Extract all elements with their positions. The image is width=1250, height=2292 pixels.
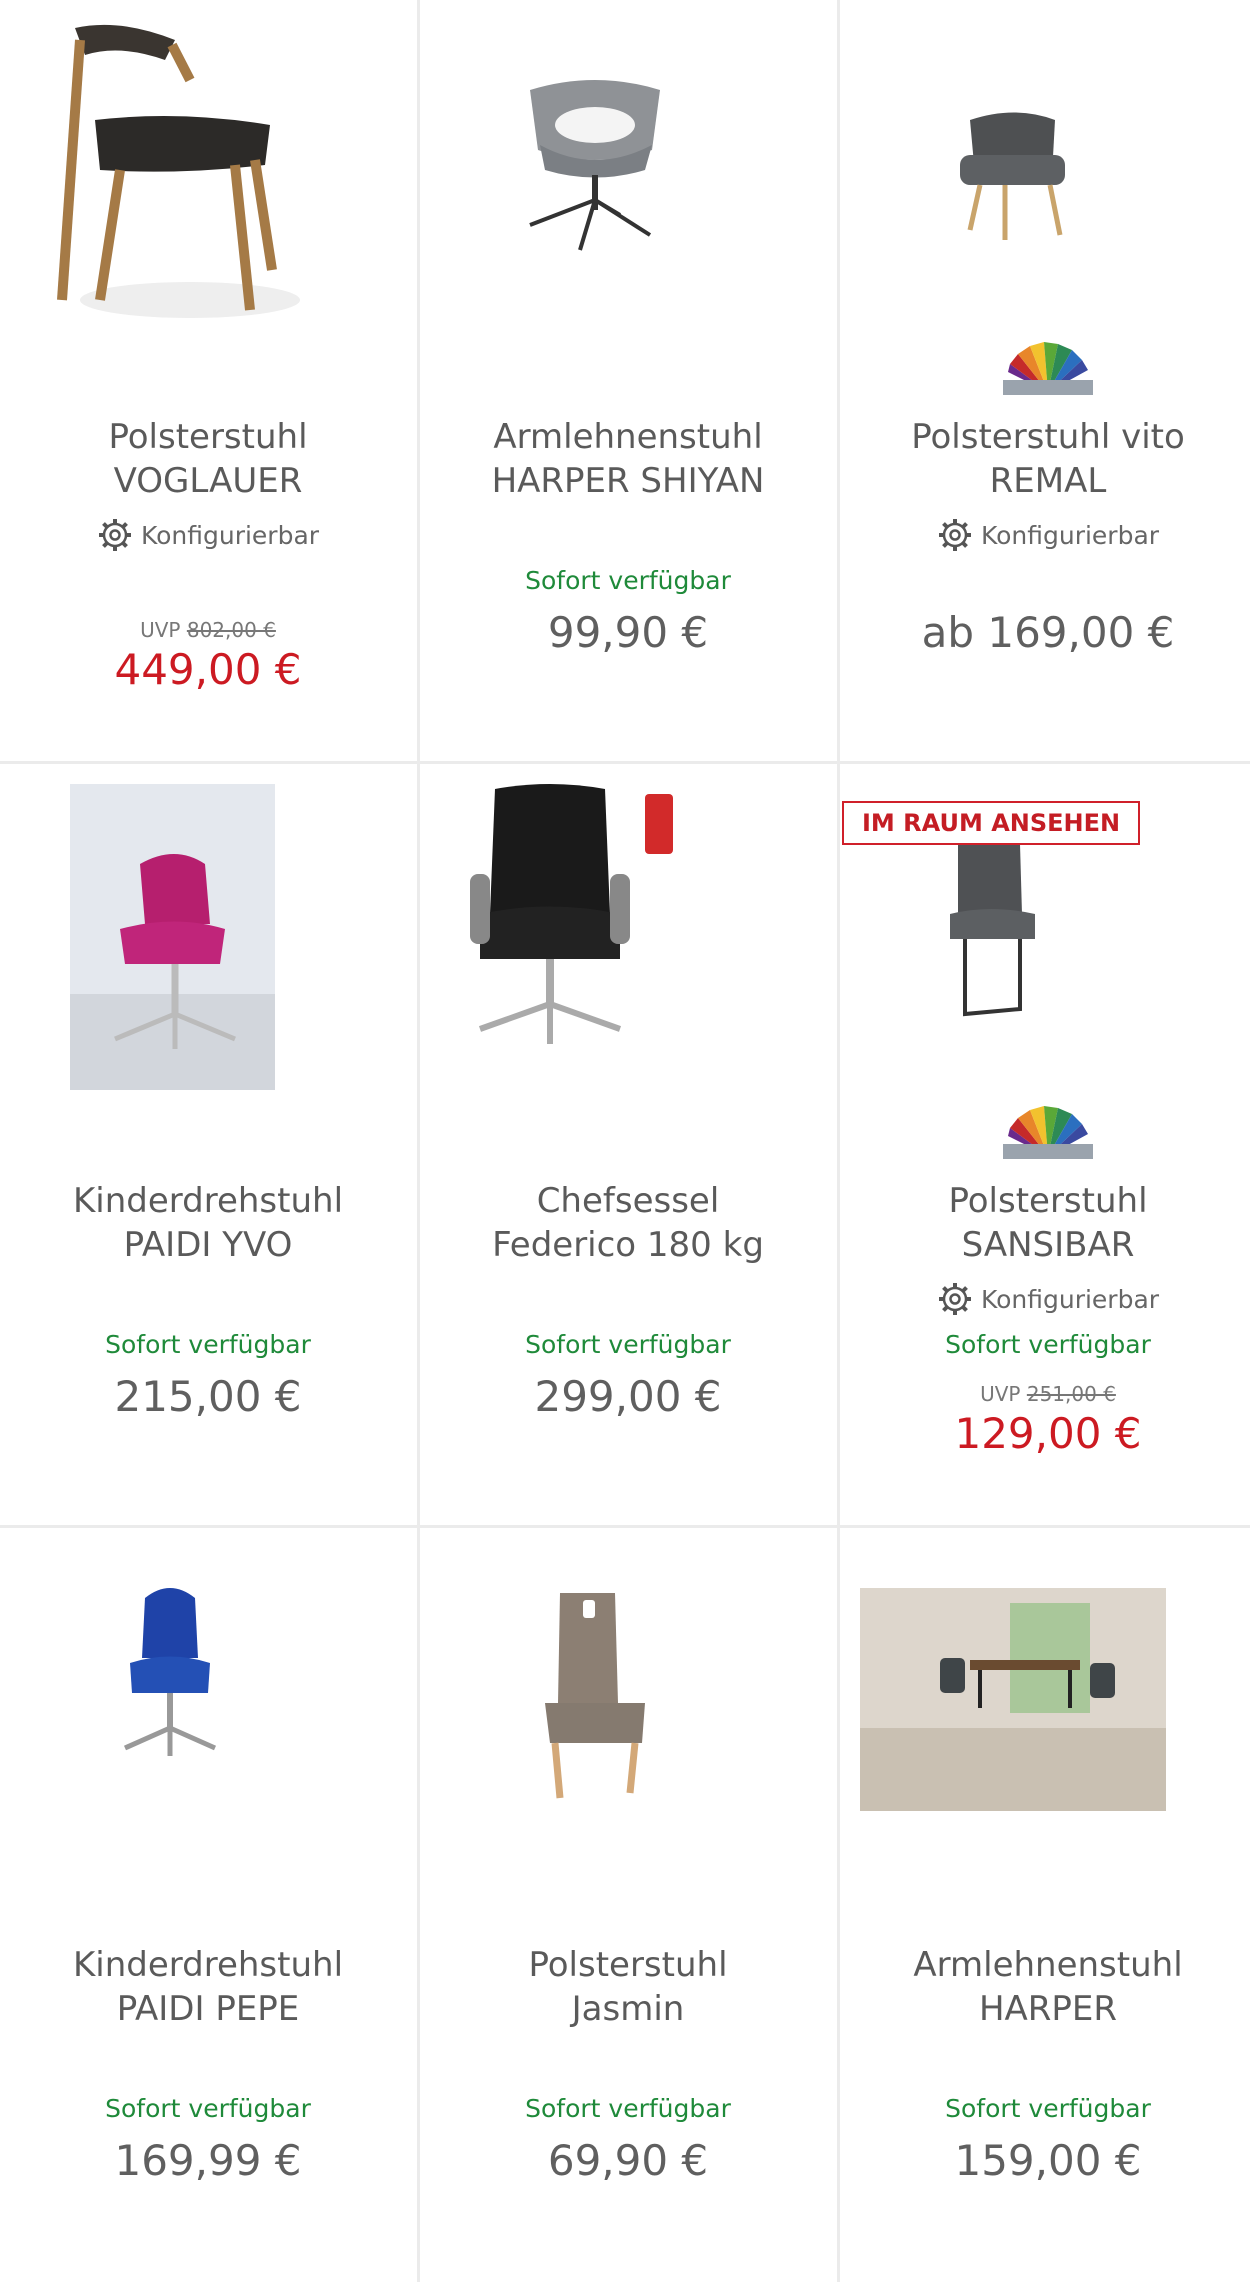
product-name-line2: PAIDI PEPE bbox=[116, 1989, 300, 2029]
chair-image bbox=[545, 1593, 645, 1799]
product-price: 169,99 € bbox=[114, 2136, 302, 2185]
configurable-label: Konfigurierbar bbox=[840, 517, 1250, 553]
gear-icon bbox=[98, 519, 131, 551]
product-card[interactable]: Chefsessel Federico 180 kg Sofort verfüg… bbox=[420, 764, 836, 1528]
product-price: 69,90 € bbox=[547, 2136, 709, 2185]
uvp-price: UVP 802,00 € bbox=[0, 618, 416, 642]
availability-label: Sofort verfügbar bbox=[525, 1330, 731, 1359]
availability-label: Sofort verfügbar bbox=[945, 2094, 1151, 2123]
product-name-line2: REMAL bbox=[989, 461, 1107, 501]
product-name[interactable]: Kinderdrehstuhl PAIDI PEPE bbox=[10, 1943, 406, 2031]
product-card[interactable]: Polsterstuhl vito REMAL Konfigurierbar a… bbox=[840, 0, 1250, 764]
product-name-line1: Polsterstuhl bbox=[528, 1945, 728, 1985]
product-image[interactable] bbox=[0, 764, 416, 1124]
product-name-line1: Chefsessel bbox=[536, 1181, 720, 1221]
chair-image bbox=[529, 80, 660, 251]
availability-label: Sofort verfügbar bbox=[525, 566, 731, 595]
product-name[interactable]: Armlehnenstuhl HARPER SHIYAN bbox=[430, 415, 826, 503]
product-name-line2: Jasmin bbox=[571, 1989, 685, 2029]
product-name-line1: Polsterstuhl bbox=[108, 417, 308, 457]
uvp-old-price: 251,00 € bbox=[1026, 1382, 1116, 1406]
product-price: 129,00 € bbox=[954, 1409, 1142, 1458]
chair-image bbox=[960, 112, 1065, 240]
uvp-label: UVP bbox=[140, 618, 181, 642]
product-image[interactable] bbox=[840, 0, 1250, 360]
product-price: 99,90 € bbox=[547, 608, 709, 657]
product-name[interactable]: Polsterstuhl vito REMAL bbox=[850, 415, 1246, 503]
product-price: 449,00 € bbox=[114, 645, 302, 694]
uvp-price: UVP 251,00 € bbox=[840, 1382, 1250, 1406]
product-name-line1: Polsterstuhl vito bbox=[911, 417, 1185, 457]
product-image[interactable] bbox=[420, 1528, 836, 1888]
product-name[interactable]: Polsterstuhl VOGLAUER bbox=[10, 415, 406, 503]
product-price: 159,00 € bbox=[954, 2136, 1142, 2185]
product-image[interactable] bbox=[420, 764, 836, 1124]
product-card[interactable]: Polsterstuhl VOGLAUER Konfigurierbar UVP… bbox=[0, 0, 416, 764]
gear-icon bbox=[938, 519, 971, 551]
product-name[interactable]: Kinderdrehstuhl PAIDI YVO bbox=[10, 1179, 406, 1267]
product-card[interactable]: Kinderdrehstuhl PAIDI PEPE Sofort verfüg… bbox=[0, 1528, 416, 2292]
product-card[interactable]: Armlehnenstuhl HARPER SHIYAN Sofort verf… bbox=[420, 0, 836, 764]
product-price: ab 169,00 € bbox=[921, 608, 1175, 657]
availability-label: Sofort verfügbar bbox=[105, 2094, 311, 2123]
chair-image bbox=[470, 784, 673, 1044]
product-card[interactable]: Polsterstuhl Jasmin Sofort verfügbar 69,… bbox=[420, 1528, 836, 2292]
view-in-room-badge[interactable]: IM RAUM ANSEHEN bbox=[842, 801, 1141, 845]
color-fan-icon bbox=[840, 1104, 1250, 1159]
product-price: 215,00 € bbox=[114, 1372, 302, 1421]
product-name[interactable]: Polsterstuhl SANSIBAR bbox=[850, 1179, 1246, 1267]
configurable-text: Konfigurierbar bbox=[980, 1284, 1160, 1314]
chair-image bbox=[70, 784, 275, 1090]
chair-image bbox=[123, 1588, 217, 1756]
configurable-label: Konfigurierbar bbox=[840, 1281, 1250, 1317]
product-name[interactable]: Armlehnenstuhl HARPER bbox=[850, 1943, 1246, 2031]
product-name-line2: VOGLAUER bbox=[113, 461, 303, 501]
product-card[interactable]: Armlehnenstuhl HARPER Sofort verfügbar 1… bbox=[840, 1528, 1250, 2292]
product-name-line2: HARPER bbox=[978, 1989, 1118, 2029]
product-image[interactable] bbox=[0, 1528, 416, 1888]
gear-icon bbox=[938, 1283, 971, 1315]
product-image[interactable] bbox=[420, 0, 836, 360]
color-fan-icon bbox=[840, 340, 1250, 395]
configurable-text: Konfigurierbar bbox=[980, 520, 1160, 550]
uvp-old-price: 802,00 € bbox=[186, 618, 276, 642]
uvp-label: UVP bbox=[980, 1382, 1021, 1406]
product-name-line2: HARPER SHIYAN bbox=[491, 461, 765, 501]
product-name[interactable]: Chefsessel Federico 180 kg bbox=[430, 1179, 826, 1267]
product-card[interactable]: Kinderdrehstuhl PAIDI YVO Sofort verfügb… bbox=[0, 764, 416, 1528]
availability-label: Sofort verfügbar bbox=[105, 1330, 311, 1359]
availability-label: Sofort verfügbar bbox=[945, 1330, 1151, 1359]
product-grid: Polsterstuhl VOGLAUER Konfigurierbar UVP… bbox=[0, 0, 1250, 2282]
configurable-text: Konfigurierbar bbox=[140, 520, 320, 550]
product-name-line2: Federico 180 kg bbox=[492, 1225, 764, 1265]
product-image[interactable] bbox=[840, 1528, 1250, 1888]
chair-image bbox=[57, 24, 300, 318]
product-card[interactable]: IM RAUM ANSEHEN Polsterstuhl SANSIBAR Ko… bbox=[840, 764, 1250, 1528]
product-name-line2: SANSIBAR bbox=[961, 1225, 1135, 1265]
product-image[interactable] bbox=[0, 0, 416, 360]
product-name-line1: Armlehnenstuhl bbox=[493, 417, 763, 457]
product-name-line1: Polsterstuhl bbox=[948, 1181, 1148, 1221]
configurable-label: Konfigurierbar bbox=[0, 517, 416, 553]
availability-label: Sofort verfügbar bbox=[525, 2094, 731, 2123]
product-name-line2: PAIDI YVO bbox=[123, 1225, 293, 1265]
product-name[interactable]: Polsterstuhl Jasmin bbox=[430, 1943, 826, 2031]
product-name-line1: Armlehnenstuhl bbox=[913, 1945, 1183, 1985]
product-price: 299,00 € bbox=[534, 1372, 722, 1421]
product-name-line1: Kinderdrehstuhl bbox=[72, 1181, 344, 1221]
product-name-line1: Kinderdrehstuhl bbox=[72, 1945, 344, 1985]
room-image bbox=[860, 1588, 1166, 1811]
